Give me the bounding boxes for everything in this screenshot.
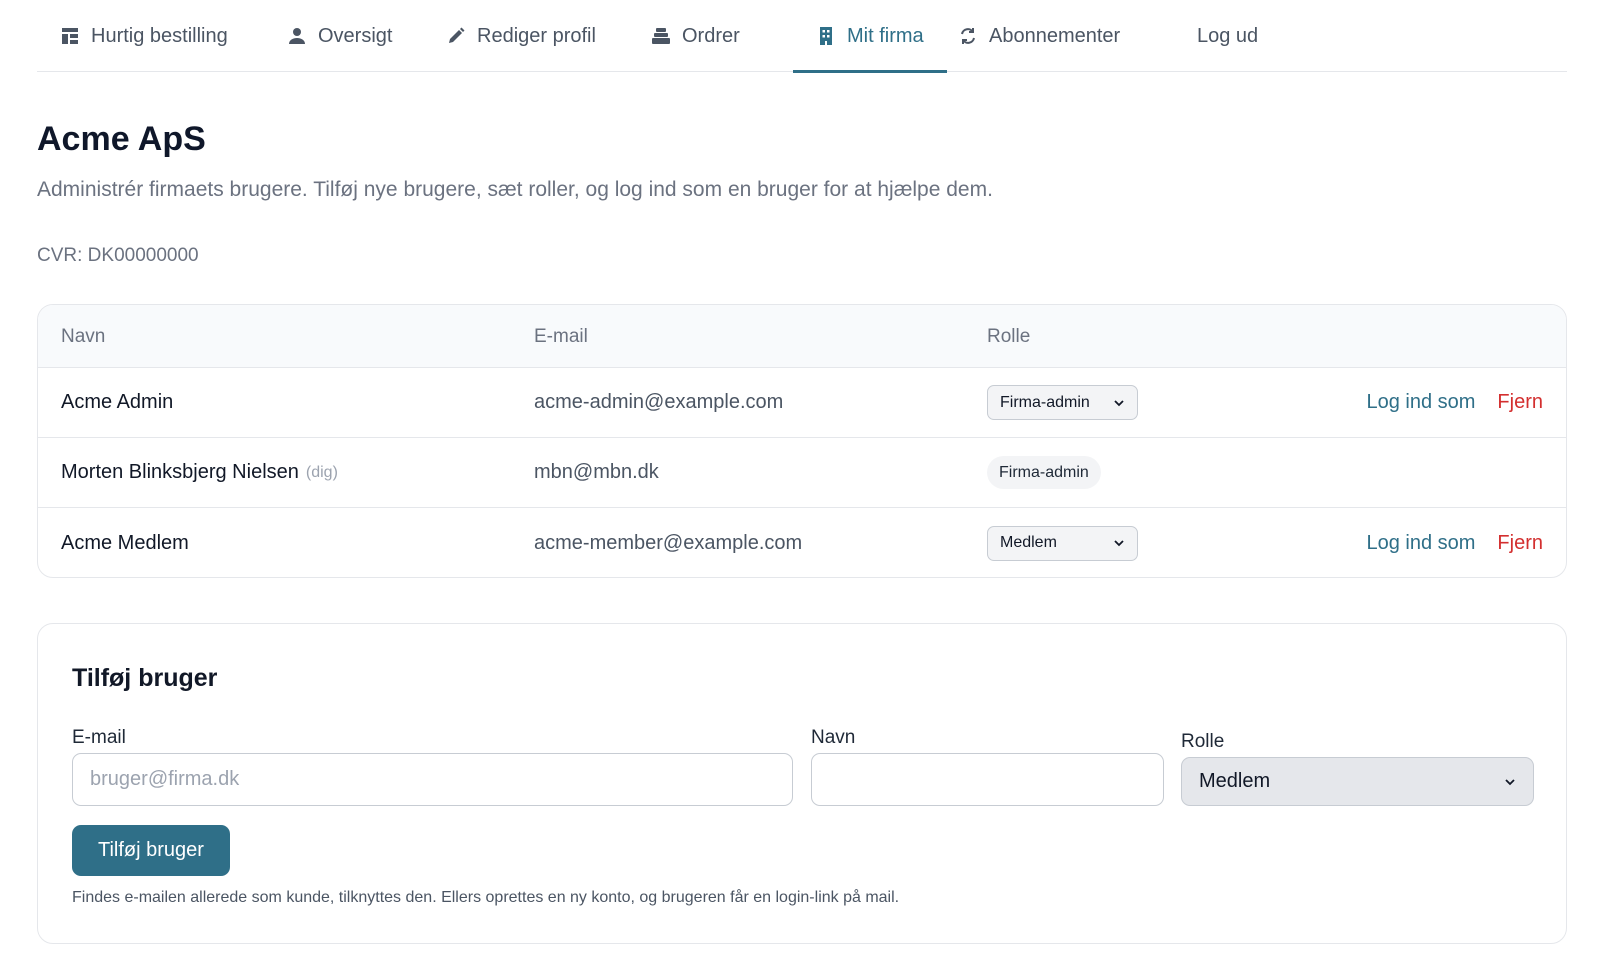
you-tag: (dig) bbox=[305, 463, 338, 481]
tab-label: Oversigt bbox=[318, 24, 393, 47]
tab-label: Log ud bbox=[1197, 24, 1259, 47]
add-user-card: Tilføj bruger E-mail bruger@firma.dk Nav… bbox=[37, 623, 1567, 944]
role-badge: Firma-admin bbox=[987, 456, 1101, 489]
tab-mit-firma[interactable]: Mit firma bbox=[793, 0, 947, 73]
chevron-down-icon bbox=[1113, 537, 1125, 549]
column-header-role: Rolle bbox=[987, 326, 1031, 347]
column-header-email: E-mail bbox=[534, 326, 588, 347]
building-icon bbox=[816, 26, 836, 46]
page-description: Administrér firmaets brugere. Tilføj nye… bbox=[37, 178, 993, 201]
login-as-link[interactable]: Log ind som bbox=[1366, 391, 1475, 414]
pencil-icon bbox=[446, 26, 466, 46]
role-cell: Firma-admin bbox=[987, 438, 1101, 507]
row-actions: Log ind som Fjern bbox=[1366, 368, 1543, 437]
login-as-link[interactable]: Log ind som bbox=[1366, 532, 1475, 555]
tab-ordrer[interactable]: Ordrer bbox=[651, 0, 740, 72]
table-row: Acme Medlem acme-member@example.com Medl… bbox=[38, 508, 1566, 577]
cvr-number: CVR: DK00000000 bbox=[37, 245, 199, 266]
tab-abonnementer[interactable]: Abonnementer bbox=[958, 0, 1120, 72]
email-label: E-mail bbox=[72, 727, 126, 748]
user-email: acme-member@example.com bbox=[534, 531, 803, 554]
role-select-value: Medlem bbox=[1199, 770, 1271, 792]
role-select[interactable]: Firma-admin bbox=[987, 385, 1138, 420]
tab-label: Mit firma bbox=[847, 24, 924, 47]
user-icon bbox=[287, 26, 307, 46]
tab-oversigt[interactable]: Oversigt bbox=[287, 0, 392, 72]
add-user-button[interactable]: Tilføj bruger bbox=[72, 825, 230, 876]
user-email: mbn@mbn.dk bbox=[534, 461, 659, 483]
main-tabs: Hurtig bestilling Oversigt Rediger profi… bbox=[37, 0, 1567, 73]
tab-label: Hurtig bestilling bbox=[91, 24, 228, 47]
user-name: Acme Admin bbox=[61, 391, 174, 413]
tab-label: Abonnementer bbox=[989, 24, 1121, 47]
user-name: Acme Medlem bbox=[61, 531, 189, 554]
role-select-value: Firma-admin bbox=[1000, 393, 1090, 411]
remove-link[interactable]: Fjern bbox=[1497, 532, 1543, 555]
tab-label: Rediger profil bbox=[477, 24, 596, 47]
table-row: Morten Blinksbjerg Nielsen (dig) mbn@mbn… bbox=[38, 438, 1566, 508]
column-header-name: Navn bbox=[61, 326, 106, 347]
tab-rediger-profil[interactable]: Rediger profil bbox=[446, 0, 596, 72]
email-placeholder: bruger@firma.dk bbox=[90, 768, 240, 790]
table-header: Navn E-mail Rolle bbox=[38, 305, 1566, 368]
email-field[interactable]: bruger@firma.dk bbox=[72, 753, 793, 806]
name-label: Navn bbox=[811, 727, 856, 748]
table-row: Acme Admin acme-admin@example.com Firma-… bbox=[38, 368, 1566, 438]
tab-hurtig-bestilling[interactable]: Hurtig bestilling bbox=[60, 0, 228, 72]
user-email: acme-admin@example.com bbox=[534, 391, 784, 413]
stack-icon bbox=[651, 26, 671, 46]
add-user-title: Tilføj bruger bbox=[72, 664, 218, 692]
users-table: Navn E-mail Rolle Acme Admin acme-admin@… bbox=[37, 304, 1567, 578]
tab-log-ud[interactable]: Log ud bbox=[1197, 0, 1258, 72]
role-select[interactable]: Medlem bbox=[987, 525, 1138, 561]
help-text: Findes e-mailen allerede som kunde, tilk… bbox=[72, 889, 900, 906]
role-select[interactable]: Medlem bbox=[1181, 757, 1534, 806]
role-label: Rolle bbox=[1181, 731, 1225, 752]
remove-link[interactable]: Fjern bbox=[1497, 391, 1543, 414]
role-cell: Medlem bbox=[987, 508, 1138, 577]
row-actions: Log ind som Fjern bbox=[1366, 508, 1543, 577]
chevron-down-icon bbox=[1504, 776, 1516, 788]
page-title: Acme ApS bbox=[37, 120, 206, 158]
grid-icon bbox=[60, 26, 80, 46]
user-name: Morten Blinksbjerg Nielsen bbox=[61, 461, 299, 483]
refresh-icon bbox=[958, 26, 978, 46]
role-select-value: Medlem bbox=[1000, 534, 1057, 551]
role-cell: Firma-admin bbox=[987, 368, 1138, 437]
user-name-cell: Morten Blinksbjerg Nielsen (dig) bbox=[61, 438, 338, 507]
tab-label: Ordrer bbox=[682, 24, 740, 47]
chevron-down-icon bbox=[1113, 397, 1125, 409]
name-field[interactable] bbox=[811, 753, 1164, 806]
